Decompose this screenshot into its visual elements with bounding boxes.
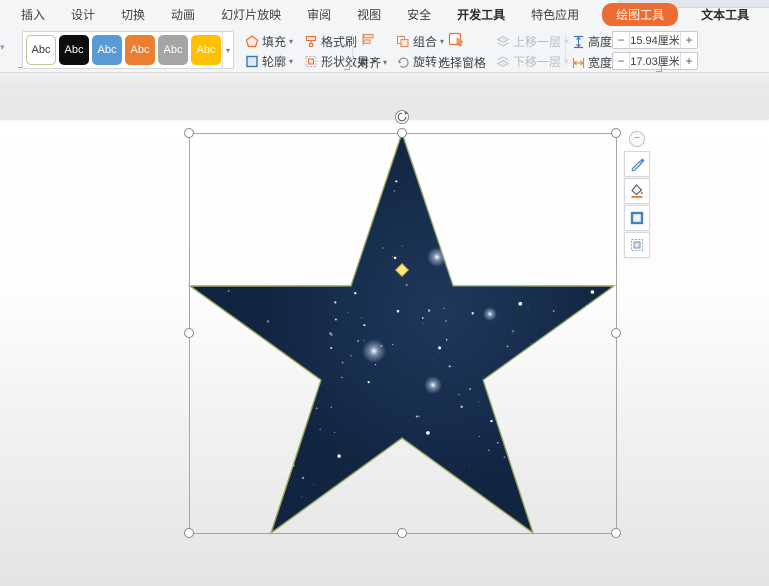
quick-style-button[interactable] [624, 151, 650, 177]
dropdown-caret-icon: ▾ [383, 59, 387, 67]
menu-tab-slideshow[interactable]: 幻灯片放映 [208, 6, 294, 23]
fill-button[interactable]: 填充 ▾ [243, 33, 295, 50]
menu-tab-animation[interactable]: 动画 [158, 6, 208, 23]
outline-icon [245, 55, 259, 68]
rotate-icon [396, 55, 410, 68]
height-decrease-button[interactable]: − [613, 32, 630, 48]
menu-tab-developer[interactable]: 开发工具 [444, 6, 518, 23]
group-icon [396, 35, 410, 48]
ribbon-separator [352, 34, 353, 66]
width-increase-button[interactable]: + [680, 53, 697, 69]
pen-icon [629, 156, 645, 172]
format-painter-button[interactable]: 格式刷 [302, 33, 359, 50]
menu-tab-view[interactable]: 视图 [344, 6, 394, 23]
style-preset-white[interactable]: Abc [26, 35, 56, 65]
width-spinner: − 17.03厘米 + [612, 52, 698, 70]
bring-forward-label: 上移一层 [513, 33, 561, 50]
quick-fill-button[interactable] [624, 178, 650, 204]
canvas-margin [0, 73, 769, 119]
send-backward-label: 下移一层 [513, 53, 561, 70]
menu-bar: 插入 设计 切换 动画 幻灯片放映 审阅 视图 安全 开发工具 特色应用 绘图工… [0, 0, 769, 28]
width-value-field[interactable]: 17.03厘米 [630, 53, 680, 69]
toolbar-collapse-button[interactable]: − [629, 131, 645, 147]
dropdown-caret-icon: ▾ [440, 38, 444, 46]
menu-tab-security[interactable]: 安全 [394, 6, 444, 23]
menu-tab-review[interactable]: 审阅 [294, 6, 344, 23]
send-backward-icon [496, 55, 510, 68]
style-preset-gray[interactable]: Abc [158, 35, 188, 65]
header: 插入 设计 切换 动画 幻灯片放映 审阅 视图 安全 开发工具 特色应用 绘图工… [0, 0, 769, 73]
group-label: 组合 [413, 33, 437, 50]
menu-tab-special-apps[interactable]: 特色应用 [518, 6, 592, 23]
group-expander-icon[interactable] [656, 66, 662, 72]
style-preset-yellow[interactable]: Abc [191, 35, 221, 65]
outline-button[interactable]: 轮廓 ▾ [243, 53, 295, 70]
selection-pane-label: 选择窗格 [438, 54, 486, 71]
style-preset-blue[interactable]: Abc [92, 35, 122, 65]
style-preset-black[interactable]: Abc [59, 35, 89, 65]
bring-forward-button: 上移一层 ▾ [494, 33, 570, 50]
send-backward-button: 下移一层 ▾ [494, 53, 570, 70]
menu-tab-design[interactable]: 设计 [58, 6, 108, 23]
menu-tab-insert[interactable]: 插入 [8, 6, 58, 23]
height-icon [572, 35, 585, 49]
dropdown-caret-icon: ▾ [289, 58, 293, 66]
selection-pane-icon[interactable] [448, 32, 465, 50]
gallery-more-button[interactable]: ▾ [222, 32, 233, 68]
floating-shape-toolbar: − [622, 131, 652, 259]
height-label-row: 高度: [572, 33, 615, 50]
align-button[interactable]: 对齐 ▾ [357, 54, 387, 71]
style-preset-orange[interactable]: Abc [125, 35, 155, 65]
clipped-control[interactable]: ▾ [0, 42, 16, 56]
shape-style-gallery: Abc Abc Abc Abc Abc Abc ▾ [22, 31, 234, 69]
fill-label: 填充 [262, 33, 286, 50]
outline-label: 轮廓 [262, 53, 286, 70]
square-outline-icon [629, 210, 645, 226]
width-decrease-button[interactable]: − [613, 53, 630, 69]
height-value-field[interactable]: 15.94厘米 [630, 32, 680, 48]
align-label: 对齐 [357, 54, 381, 71]
height-increase-button[interactable]: + [680, 32, 697, 48]
quick-outline-button[interactable] [624, 205, 650, 231]
ribbon-separator [565, 34, 566, 66]
paint-bucket-icon [629, 183, 645, 199]
menu-tab-drawing-tools-active[interactable]: 绘图工具 [602, 3, 678, 26]
slide[interactable] [0, 119, 769, 586]
dropdown-caret-icon: ▾ [289, 38, 293, 46]
menu-tab-transitions[interactable]: 切换 [108, 6, 158, 23]
shape-effects-icon [304, 55, 318, 68]
align-icon[interactable] [360, 32, 376, 50]
find-button[interactable]: 查找 [762, 0, 769, 31]
app-window: 插入 设计 切换 动画 幻灯片放映 审阅 视图 安全 开发工具 特色应用 绘图工… [0, 0, 769, 586]
menu-tab-text-tools[interactable]: 文本工具 [688, 6, 762, 23]
width-label-row: 宽度: [572, 54, 615, 71]
width-icon [572, 56, 585, 70]
ribbon: ▾ Abc Abc Abc Abc Abc Abc ▾ 填充 [0, 28, 769, 73]
bring-forward-icon [496, 35, 510, 48]
group-expander-icon[interactable] [344, 64, 350, 70]
fill-icon [245, 35, 259, 48]
format-painter-icon [304, 35, 318, 48]
rotate-label: 旋转 [413, 53, 437, 70]
swatch-row: Abc Abc Abc Abc Abc Abc [23, 35, 221, 65]
effects-icon [629, 237, 645, 253]
quick-effects-button[interactable] [624, 232, 650, 258]
height-spinner: − 15.94厘米 + [612, 31, 698, 49]
group-button[interactable]: 组合 ▾ [394, 33, 446, 50]
selection-pane-button[interactable]: 选择窗格 [438, 54, 486, 71]
